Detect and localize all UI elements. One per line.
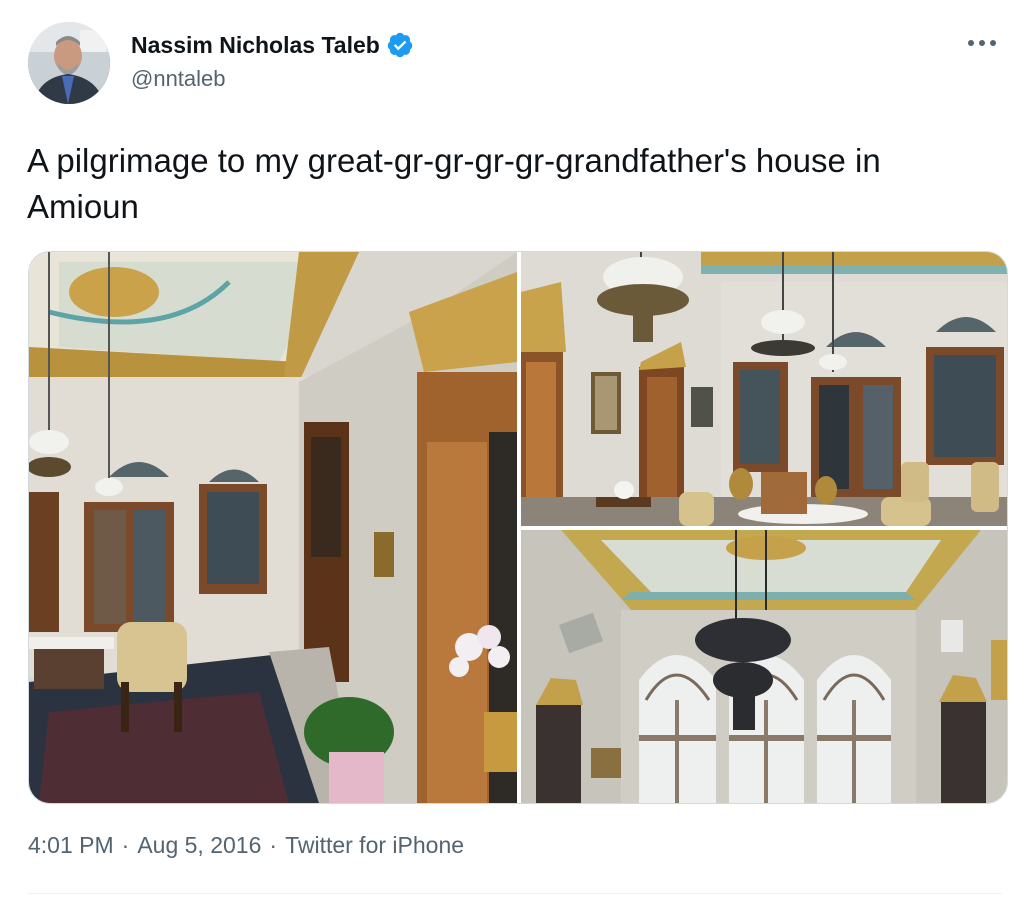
tweet-time[interactable]: 4:01 PM	[28, 832, 114, 859]
more-icon	[968, 40, 996, 46]
name-row: Nassim Nicholas Taleb	[131, 30, 414, 60]
author-block: Nassim Nicholas Taleb @nntaleb	[131, 30, 414, 92]
photo-1-image	[29, 252, 517, 803]
author-name[interactable]: Nassim Nicholas Taleb	[131, 32, 380, 59]
photo-1[interactable]	[29, 252, 517, 803]
verified-icon	[387, 32, 413, 58]
media-grid	[28, 251, 1008, 804]
tweet-meta: 4:01 PM · Aug 5, 2016 · Twitter for iPho…	[28, 832, 464, 859]
tweet-source[interactable]: Twitter for iPhone	[285, 832, 464, 859]
photo-2[interactable]	[521, 252, 1007, 526]
photo-3-image	[521, 530, 1007, 803]
meta-separator: ·	[121, 832, 130, 858]
photo-2-image	[521, 252, 1007, 526]
avatar[interactable]	[28, 22, 110, 104]
divider	[28, 893, 1002, 894]
more-button[interactable]	[962, 28, 1002, 58]
tweet: Nassim Nicholas Taleb @nntaleb A pilgrim…	[0, 0, 1024, 908]
tweet-text: A pilgrimage to my great-gr-gr-gr-gr-gra…	[27, 142, 881, 225]
author-handle[interactable]: @nntaleb	[131, 66, 414, 92]
tweet-date[interactable]: Aug 5, 2016	[137, 832, 261, 859]
photo-3[interactable]	[521, 530, 1007, 803]
meta-separator: ·	[269, 832, 278, 858]
avatar-image	[28, 22, 110, 104]
